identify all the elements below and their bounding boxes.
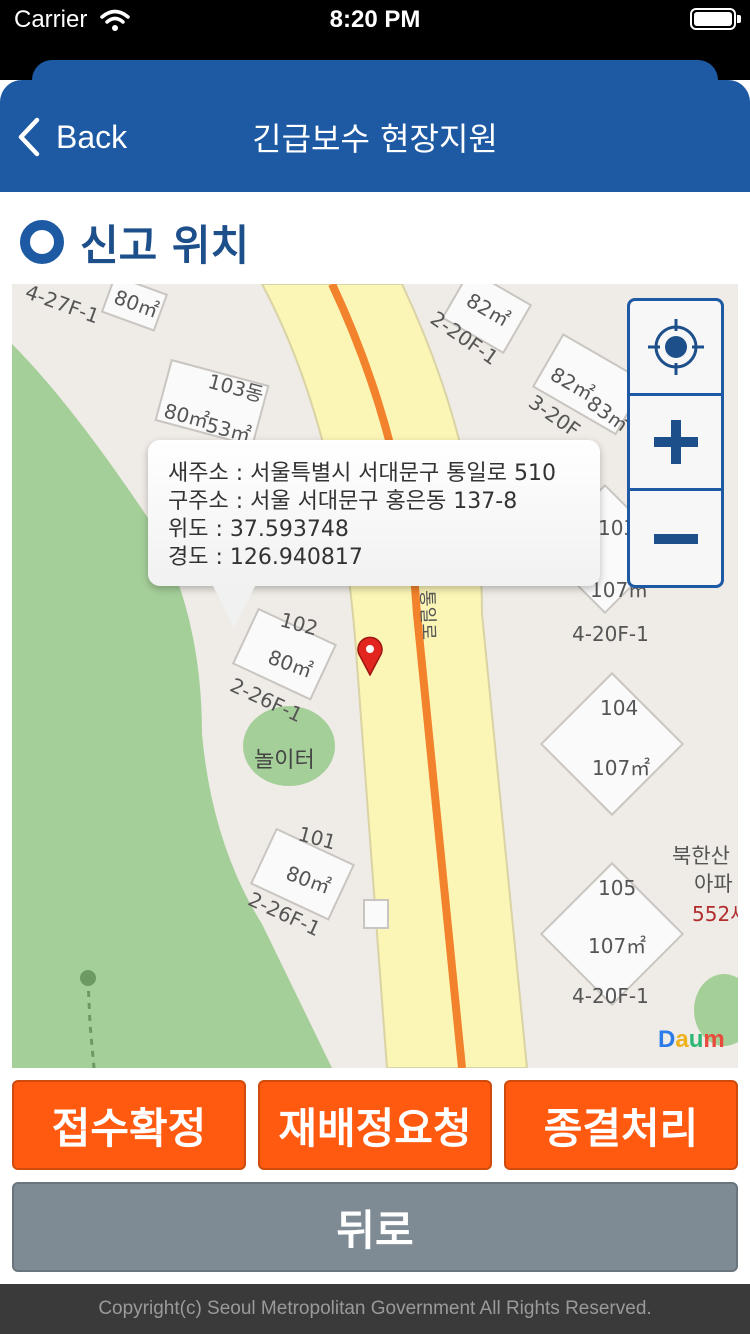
go-back-button[interactable]: 뒤로 [12,1182,738,1272]
clock: 8:20 PM [329,6,421,33]
battery-tip [737,15,741,23]
old-address: 구주소 : 서울 서대문구 홍은동 137-8 [168,489,518,514]
zoom-out-icon [653,533,698,544]
close-case-button[interactable]: 종결처리 [504,1080,738,1170]
map-controls [627,298,724,588]
circle-bullet-icon [20,220,64,264]
map-label-address: 552세 [692,902,738,926]
callout-tail [212,584,256,628]
locate-button[interactable] [630,301,721,396]
map-view[interactable]: 4-27F-1 80㎡ 103동 80㎡ 53㎡ 82㎡ 2-20F-1 82㎡… [12,284,738,1068]
latitude: 위도 : 37.593748 [168,517,349,542]
map-label-district: 북한산 [672,844,730,868]
map-label-district: 아파 [694,872,733,896]
map-label-road: 통일로 [415,589,439,641]
page-title: 긴급보수 현장지원 [252,120,498,158]
screen: Carrier 8:20 PM Back 긴급보수 현장지원 신고 위치 4-2… [0,0,750,1334]
zoom-out-button[interactable] [630,491,721,586]
reassign-request-button[interactable]: 재배정요청 [258,1080,492,1170]
daum-logo: Daum [658,1026,725,1053]
location-info-callout: 새주소 : 서울특별시 서대문구 통일로 510 구주소 : 서울 서대문구 홍… [148,440,600,586]
section-title: 신고 위치 [80,220,250,270]
zoom-in-button[interactable] [630,396,721,491]
locate-icon [647,319,704,375]
longitude: 경도 : 126.940817 [168,545,363,570]
map-label: 107㎡ [592,756,651,780]
footer-copyright: Copyright(c) Seoul Metropolitan Governme… [0,1284,750,1334]
map-label: 107㎡ [588,934,647,958]
location-pin-icon[interactable] [356,636,384,676]
navigation-bar: Back 긴급보수 현장지원 [0,80,750,192]
map-label: 105 [598,876,637,900]
map-label-playground: 놀이터 [254,748,315,773]
map-label: 4-20F-1 [572,984,649,1008]
action-buttons: 접수확정 재배정요청 종결처리 [12,1080,738,1170]
map-label: 104 [600,696,639,720]
zoom-in-icon [653,420,698,464]
confirm-receipt-button[interactable]: 접수확정 [12,1080,246,1170]
battery-icon [690,8,736,30]
map-label: 4-20F-1 [572,622,649,646]
section-header: 신고 위치 [20,212,249,272]
new-address: 새주소 : 서울특별시 서대문구 통일로 510 [168,461,556,486]
